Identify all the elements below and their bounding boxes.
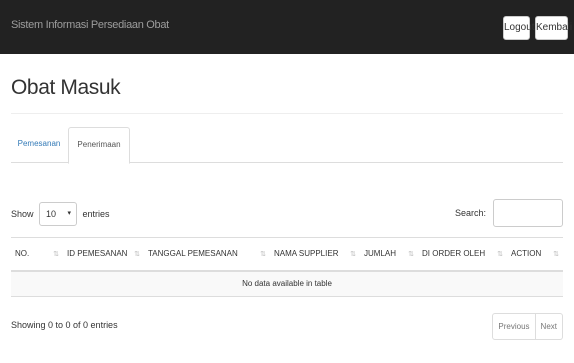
chevron-down-icon: ▾ <box>67 209 72 217</box>
empty-table-message: No data available in table <box>11 270 563 297</box>
column-header-id-pemesanan[interactable]: ID PEMESANAN ⇅ <box>63 237 144 272</box>
sort-icon: ⇅ <box>497 251 503 258</box>
tab-bar: Pemesanan Penerimaan <box>11 127 563 164</box>
kembali-button[interactable]: Kembali <box>535 16 572 40</box>
logout-button[interactable]: Logout <box>503 16 535 40</box>
sort-icon: ⇅ <box>350 251 356 258</box>
sort-icon: ⇅ <box>553 251 559 258</box>
table-row: No data available in table <box>11 270 563 297</box>
table-header-row: NO. ⇅ ID PEMESANAN ⇅ TANGGAL PEMESANAN ⇅ NA… <box>11 237 563 272</box>
column-header-action[interactable]: ACTION ⇅ <box>507 237 563 272</box>
title-divider <box>11 113 563 114</box>
tab-penerimaan[interactable]: Penerimaan <box>68 127 130 164</box>
entries-length-select[interactable]: 10 ▾ <box>39 201 78 226</box>
sort-icon: ⇅ <box>260 251 266 258</box>
data-table: NO. ⇅ ID PEMESANAN ⇅ TANGGAL PEMESANAN ⇅ NA… <box>11 237 563 297</box>
previous-page-button[interactable]: Previous <box>492 313 536 340</box>
pagination: Previous Next <box>492 313 563 340</box>
next-page-button[interactable]: Next <box>535 313 563 340</box>
entries-length-control: Show 10 ▾ entries <box>11 201 110 226</box>
app-brand[interactable]: Sistem Informasi Persediaan Obat <box>11 19 169 31</box>
column-header-tanggal-pemesanan[interactable]: TANGGAL PEMESANAN ⇅ <box>144 237 270 272</box>
search-label: Search: <box>454 208 486 218</box>
tab-pemesanan[interactable]: Pemesanan <box>11 127 67 163</box>
entries-length-value: 10 <box>46 208 57 219</box>
table-info: Showing 0 to 0 of 0 entries <box>11 320 118 330</box>
column-header-nama-supplier[interactable]: NAMA SUPPLIER ⇅ <box>270 237 360 272</box>
sort-icon: ⇅ <box>408 251 414 258</box>
top-navbar: Sistem Informasi Persediaan Obat Logout … <box>0 0 574 54</box>
sort-icon: ⇅ <box>134 251 140 258</box>
column-header-di-order-oleh[interactable]: DI ORDER OLEH ⇅ <box>418 237 507 272</box>
page-title: Obat Masuk <box>11 76 121 99</box>
show-label: Show <box>11 208 34 219</box>
search-input[interactable] <box>493 199 563 227</box>
entries-label: entries <box>82 208 110 219</box>
column-header-jumlah[interactable]: JUMLAH ⇅ <box>360 237 418 272</box>
column-header-no[interactable]: NO. ⇅ <box>11 237 63 272</box>
sort-icon: ⇅ <box>53 251 59 258</box>
